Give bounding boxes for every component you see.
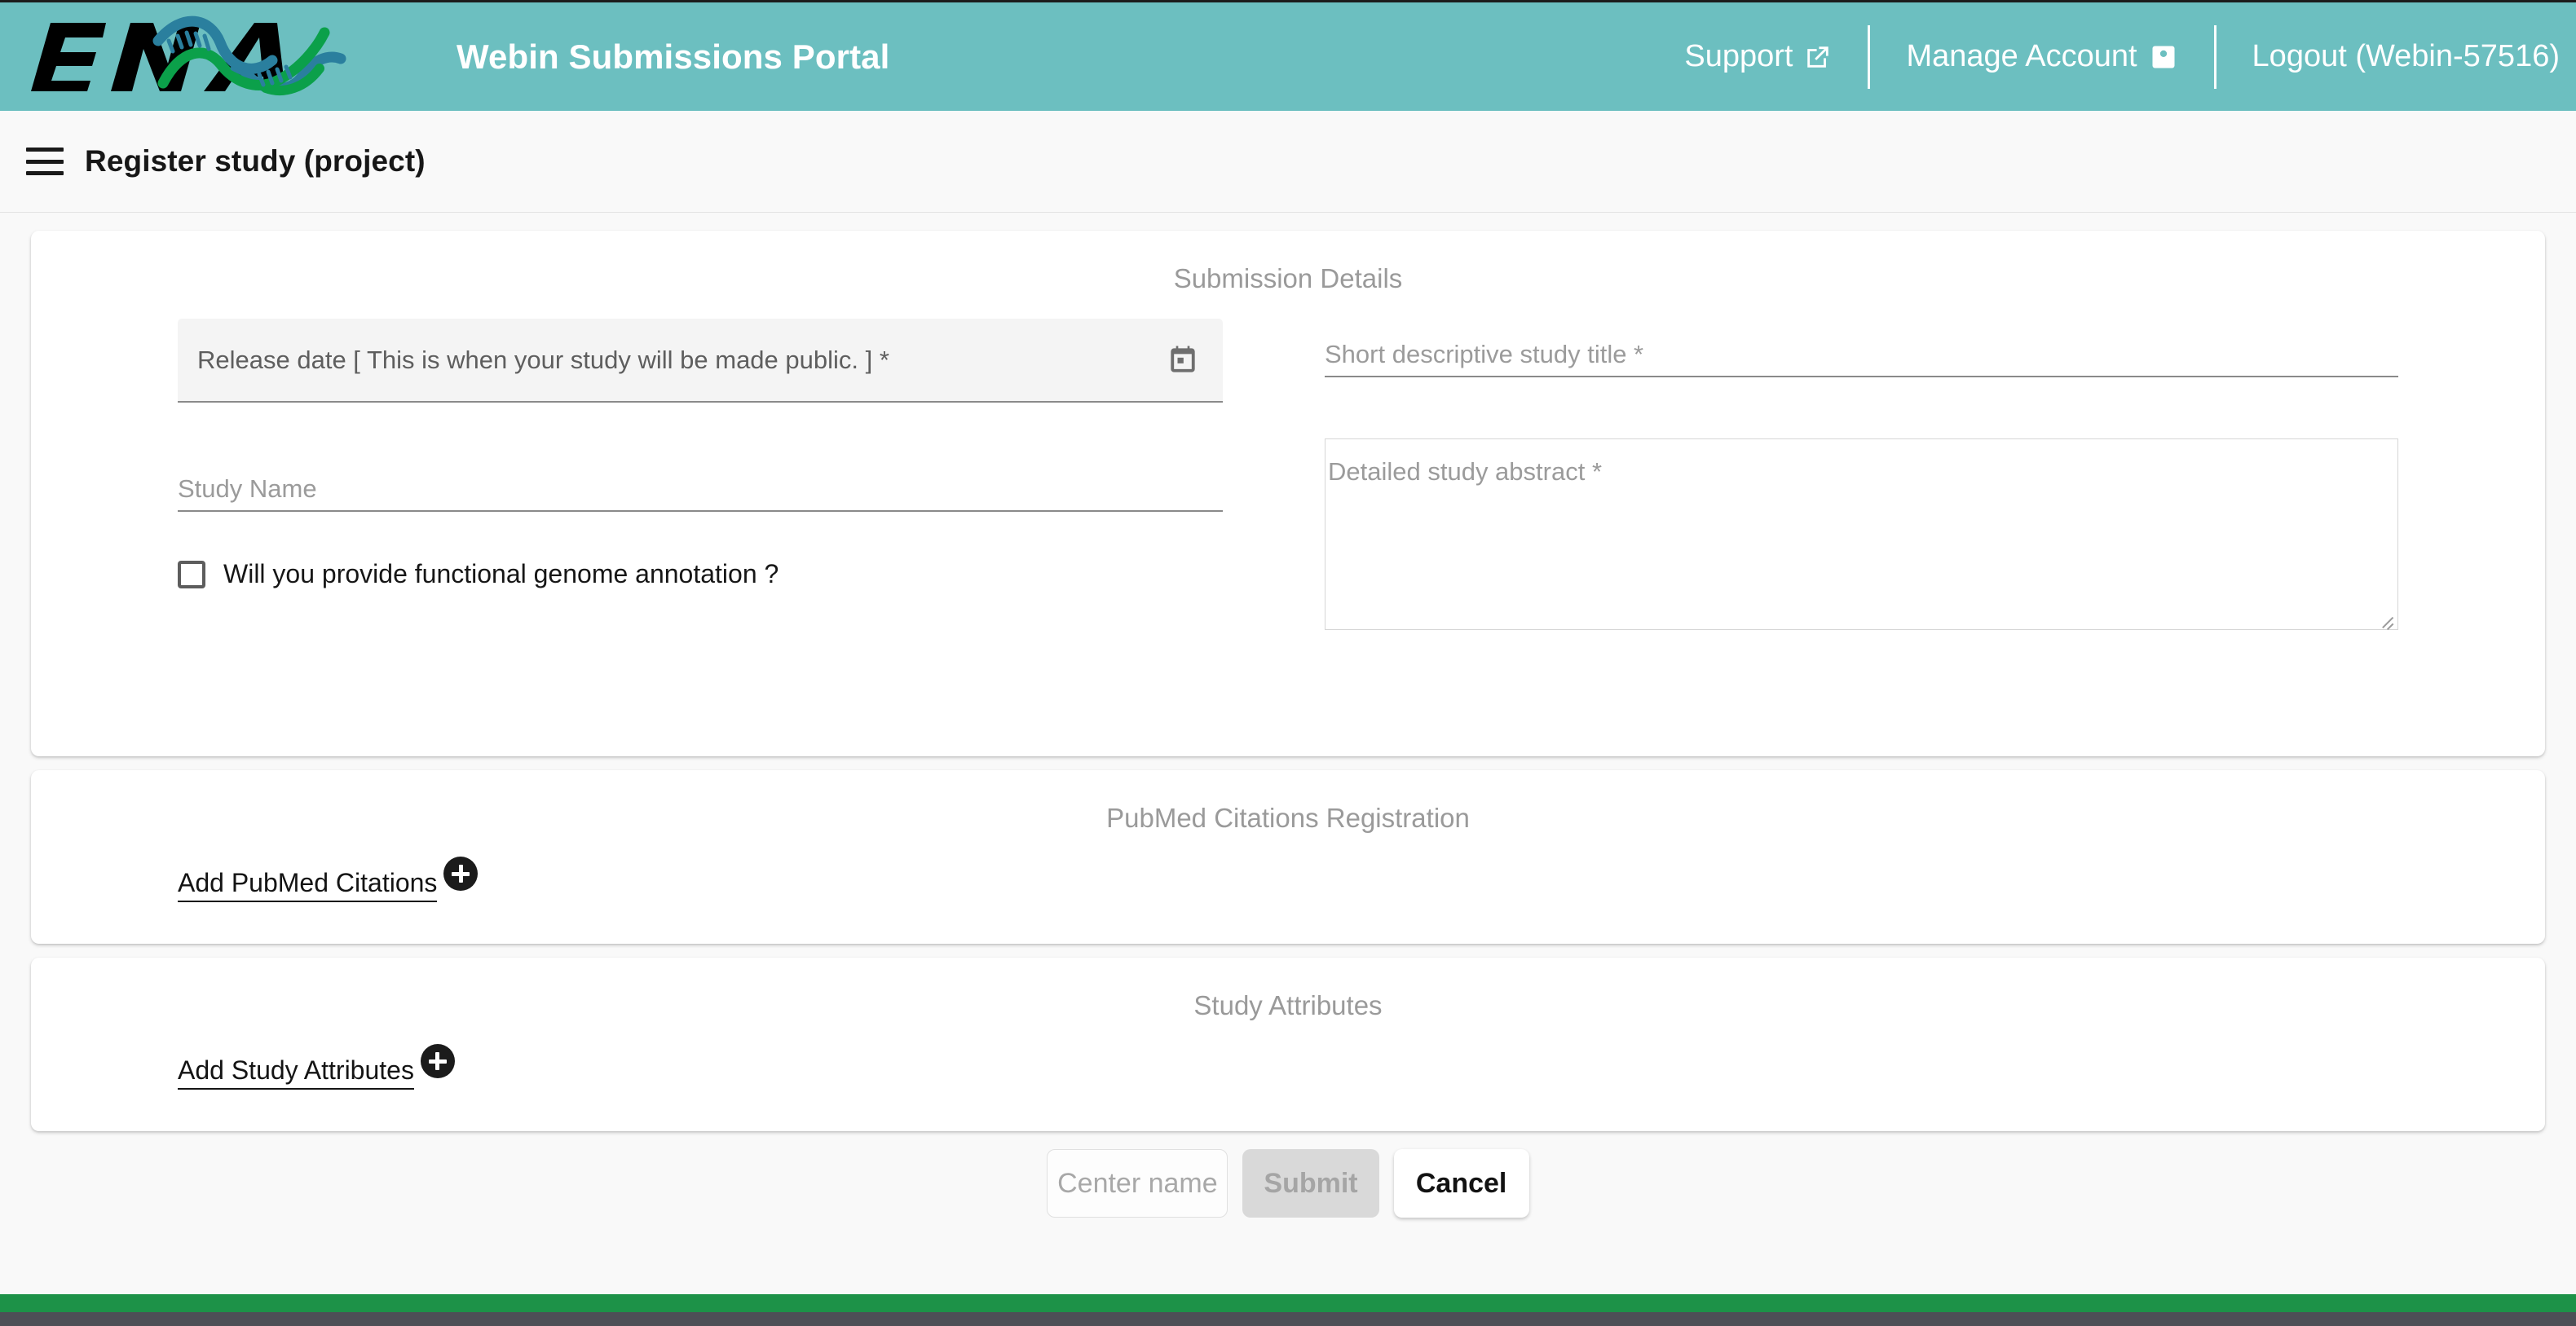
submit-button[interactable]: Submit (1242, 1149, 1378, 1218)
submission-columns: Release date [ This is when your study w… (31, 294, 2545, 630)
functional-annotation-label: Will you provide functional genome annot… (223, 559, 779, 589)
hamburger-bar (26, 148, 64, 152)
nav-divider-2 (2214, 25, 2217, 89)
submission-right-column: Short descriptive study title * Detailed… (1288, 319, 2545, 630)
nav-manage-account[interactable]: Manage Account (1870, 39, 2213, 74)
add-pubmed-citations-label: Add PubMed Citations (178, 868, 437, 902)
page-title: Register study (project) (85, 144, 426, 178)
ena-logo[interactable] (21, 13, 445, 101)
study-attributes-add-row: Add Study Attributes (31, 1021, 2545, 1090)
account-box-icon (2149, 42, 2178, 72)
open-in-new-icon (1804, 43, 1832, 71)
pubmed-citations-title: PubMed Citations Registration (31, 770, 2545, 834)
submission-details-title: Submission Details (31, 231, 2545, 294)
functional-annotation-checkbox[interactable] (178, 561, 205, 588)
hamburger-menu-icon[interactable] (26, 148, 64, 175)
calendar-icon[interactable] (1162, 340, 1203, 381)
brand-area: Webin Submissions Portal (0, 13, 889, 101)
page-subheader: Register study (project) (0, 111, 2576, 213)
center-name-input[interactable]: Center name (1047, 1149, 1228, 1218)
footer-dark-bar (0, 1312, 2576, 1326)
nav-manage-account-label: Manage Account (1906, 39, 2137, 74)
form-actions: Center name Submit Cancel (31, 1149, 2545, 1218)
release-date-field[interactable]: Release date [ This is when your study w… (178, 319, 1223, 403)
submission-left-column: Release date [ This is when your study w… (31, 319, 1288, 630)
main-content: Submission Details Release date [ This i… (0, 213, 2576, 1218)
study-title-field[interactable]: Short descriptive study title * (1325, 319, 2398, 377)
footer-green-bar (0, 1294, 2576, 1312)
portal-title: Webin Submissions Portal (457, 37, 889, 77)
hamburger-bar (26, 160, 64, 164)
plus-circle-icon[interactable] (443, 857, 478, 891)
study-name-field[interactable]: Study Name (178, 453, 1223, 512)
release-date-label: Release date [ This is when your study w… (197, 346, 1162, 375)
plus-circle-icon[interactable] (421, 1044, 455, 1078)
header-nav: Support Manage Account Logout (Webin-575… (1648, 2, 2576, 111)
study-attributes-card: Study Attributes Add Study Attributes (31, 958, 2545, 1131)
study-attributes-title: Study Attributes (31, 958, 2545, 1021)
study-abstract-label: Detailed study abstract * (1328, 457, 1602, 487)
functional-annotation-checkbox-row[interactable]: Will you provide functional genome annot… (178, 559, 1223, 589)
pubmed-citations-card: PubMed Citations Registration Add PubMed… (31, 770, 2545, 944)
cancel-button[interactable]: Cancel (1394, 1149, 1529, 1218)
app-header: Webin Submissions Portal Support Manage … (0, 0, 2576, 111)
study-abstract-field[interactable]: Detailed study abstract * (1325, 438, 2398, 630)
submission-details-card: Submission Details Release date [ This i… (31, 231, 2545, 756)
add-pubmed-citations-button[interactable]: Add PubMed Citations (178, 868, 478, 902)
nav-logout[interactable]: Logout (Webin-57516) (2217, 39, 2576, 74)
nav-divider-1 (1868, 25, 1870, 89)
nav-support-label: Support (1684, 39, 1793, 74)
study-name-label: Study Name (178, 474, 317, 504)
hamburger-bar (26, 171, 64, 175)
study-title-label: Short descriptive study title * (1325, 340, 1643, 369)
add-study-attributes-label: Add Study Attributes (178, 1055, 414, 1090)
nav-logout-label: Logout (Webin-57516) (2252, 39, 2560, 74)
resize-handle-icon[interactable] (2379, 611, 2395, 628)
nav-support[interactable]: Support (1648, 39, 1868, 74)
pubmed-add-row: Add PubMed Citations (31, 834, 2545, 902)
add-study-attributes-button[interactable]: Add Study Attributes (178, 1055, 455, 1090)
